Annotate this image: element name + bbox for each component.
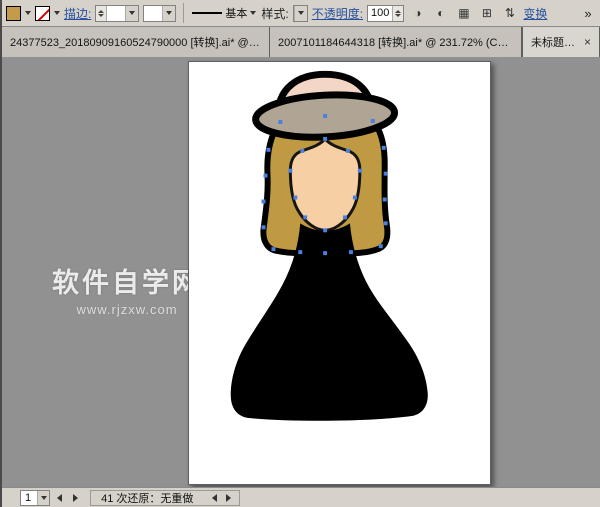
style-label: 样式: (261, 5, 288, 22)
control-bar: 描边: 基本 样式: 不透明度: 100 ◑ ◐ ▦ ⊞ ⇅ (2, 0, 600, 27)
status-display: 41 次还原：无重做 (90, 490, 240, 506)
anchor-point[interactable] (262, 199, 266, 203)
style-dropdown-icon[interactable] (294, 6, 307, 21)
anchor-point[interactable] (323, 114, 327, 118)
stroke-weight-stepper[interactable] (96, 6, 107, 21)
style-combo[interactable] (293, 5, 308, 22)
artwork-svg (189, 62, 490, 484)
anchor-point[interactable] (288, 169, 292, 173)
anchor-point[interactable] (303, 215, 307, 219)
artboard-dropdown-icon[interactable] (37, 491, 49, 505)
watermark-url: www.rjzxw.com (52, 302, 202, 317)
anchor-point[interactable] (323, 228, 327, 232)
fill-color-swatch[interactable] (6, 6, 21, 21)
document-tab-active-title: 未标题-7* (531, 34, 578, 50)
anchor-point[interactable] (349, 250, 353, 254)
close-tab-icon[interactable]: × (584, 35, 591, 49)
body-shape[interactable] (231, 223, 428, 420)
fill-dropdown-icon[interactable] (25, 11, 31, 15)
recolor-artwork-icon[interactable]: ◑ (408, 4, 427, 23)
opacity-combo[interactable]: 100 (367, 5, 404, 22)
anchor-point[interactable] (371, 119, 375, 123)
anchor-point[interactable] (383, 198, 387, 202)
next-artboard-icon[interactable] (68, 490, 82, 506)
brush-stroke-preview (192, 12, 222, 14)
anchor-point[interactable] (298, 250, 302, 254)
anchor-point[interactable] (384, 172, 388, 176)
watermark-title: 软件自学网 (52, 261, 202, 300)
opacity-panel-link[interactable]: 不透明度: (312, 5, 363, 22)
stroke-none-swatch[interactable] (35, 6, 50, 21)
brush-combo[interactable]: 基本 (191, 5, 257, 22)
anchor-point[interactable] (300, 149, 304, 153)
anchor-point[interactable] (358, 169, 362, 173)
document-tab-1[interactable]: 24377523_20180909160524790000 [转换].ai* @… (2, 27, 270, 57)
artboard-number: 1 (21, 492, 37, 504)
status-prev-icon[interactable] (207, 490, 221, 506)
opacity-stepper[interactable] (392, 6, 403, 21)
transform-grid-icon[interactable]: ⊞ (477, 4, 496, 23)
document-tab-1-title: 24377523_20180909160524790000 [转换].ai* @… (10, 34, 261, 50)
anchor-point[interactable] (384, 221, 388, 225)
watermark: 软件自学网 www.rjzxw.com (52, 261, 202, 317)
anchor-point[interactable] (346, 149, 350, 153)
anchor-point[interactable] (266, 148, 270, 152)
document-tab-2[interactable]: 2007101184644318 [转换].ai* @ 231.72% (CMY… (270, 27, 522, 57)
document-tab-bar: 24377523_20180909160524790000 [转换].ai* @… (2, 27, 600, 57)
anchor-point[interactable] (382, 146, 386, 150)
anchor-point[interactable] (278, 120, 282, 124)
status-bar: 1 41 次还原：无重做 (2, 487, 600, 507)
variable-width-combo[interactable] (143, 5, 176, 22)
arrange-icon[interactable]: ⇅ (500, 4, 519, 23)
opacity-value[interactable]: 100 (368, 7, 392, 19)
status-next-icon[interactable] (221, 490, 235, 506)
anchor-point[interactable] (323, 251, 327, 255)
anchor-point[interactable] (262, 225, 266, 229)
document-tab-2-title: 2007101184644318 [转换].ai* @ 231.72% (CMY… (278, 34, 513, 50)
variable-width-dropdown-icon[interactable] (162, 6, 175, 21)
toolbar-divider (183, 3, 184, 23)
stroke-panel-link[interactable]: 描边: (64, 5, 91, 22)
anchor-point[interactable] (293, 196, 297, 200)
stroke-dropdown-icon[interactable] (54, 11, 60, 15)
prev-artboard-icon[interactable] (52, 490, 66, 506)
brush-dropdown-icon[interactable] (250, 11, 256, 15)
pasteboard: 软件自学网 www.rjzxw.com (2, 57, 600, 487)
undo-status-text: 41 次还原：无重做 (95, 490, 207, 506)
brush-name[interactable]: 基本 (222, 5, 250, 21)
stroke-weight-combo[interactable] (95, 5, 139, 22)
transform-panel-link[interactable]: 变换 (523, 5, 547, 22)
illustrator-window: 描边: 基本 样式: 不透明度: 100 ◑ ◐ ▦ ⊞ ⇅ (0, 0, 600, 507)
anchor-point[interactable] (379, 244, 383, 248)
anchor-point[interactable] (343, 215, 347, 219)
artboard (188, 61, 491, 485)
anchor-point[interactable] (264, 174, 268, 178)
anchor-point[interactable] (271, 247, 275, 251)
color-wheel-icon[interactable]: ◐ (431, 4, 450, 23)
anchor-point[interactable] (323, 137, 327, 141)
anchor-point[interactable] (353, 196, 357, 200)
collapse-panel-icon[interactable]: » (580, 6, 596, 21)
document-tab-active[interactable]: 未标题-7* × (522, 27, 600, 57)
stroke-weight-dropdown-icon[interactable] (125, 6, 138, 21)
artboard-navigation-combo[interactable]: 1 (20, 490, 50, 506)
align-panel-icon[interactable]: ▦ (454, 4, 473, 23)
